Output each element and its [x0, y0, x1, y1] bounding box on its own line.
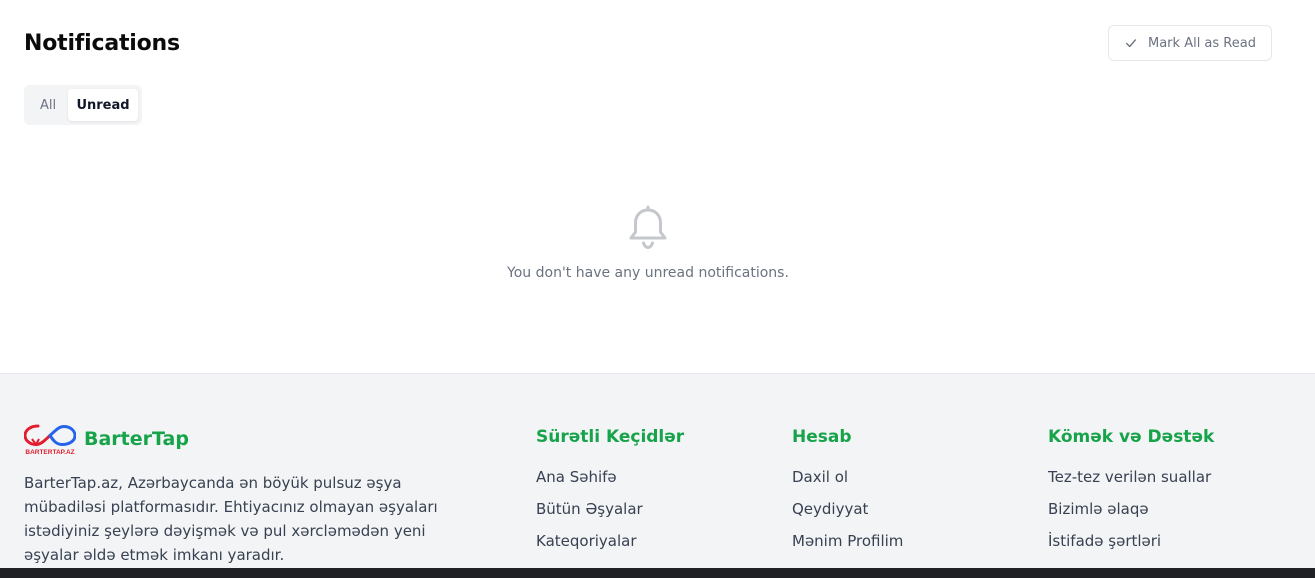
footer-link-categories[interactable]: Kateqoriyalar: [536, 531, 684, 563]
mark-all-read-button[interactable]: Mark All as Read: [1108, 25, 1272, 61]
footer-link-terms[interactable]: İstifadə şərtləri: [1048, 531, 1214, 563]
footer-brand[interactable]: BARTERTAP.AZ BarterTap: [23, 422, 189, 456]
empty-state-message: You don't have any unread notifications.: [507, 265, 789, 281]
footer-link-faq[interactable]: Tez-tez verilən suallar: [1048, 467, 1214, 499]
footer-link-home[interactable]: Ana Səhifə: [536, 467, 684, 499]
bell-icon: [629, 205, 667, 249]
site-footer: BARTERTAP.AZ BarterTap BarterTap.az, Azə…: [0, 373, 1315, 578]
footer-link-register[interactable]: Qeydiyyat: [792, 499, 903, 531]
footer-col-account: Hesab Daxil ol Qeydiyyat Mənim Profilim: [792, 427, 903, 563]
bartertap-logo: BARTERTAP.AZ: [23, 422, 77, 456]
brand-name: BarterTap: [84, 428, 189, 450]
tab-all[interactable]: All: [28, 89, 68, 121]
footer-col-title: Hesab: [792, 427, 852, 447]
os-taskbar: [0, 568, 1315, 578]
footer-link-contact[interactable]: Bizimlə əlaqə: [1048, 499, 1214, 531]
mark-all-read-label: Mark All as Read: [1148, 35, 1256, 51]
tab-unread[interactable]: Unread: [68, 89, 138, 121]
footer-col-quick-links: Sürətli Keçidlər Ana Səhifə Bütün Əşyala…: [536, 427, 684, 563]
footer-col-help: Kömək və Dəstək Tez-tez verilən suallar …: [1048, 427, 1214, 563]
empty-state: You don't have any unread notifications.: [0, 205, 1296, 281]
page-title: Notifications: [24, 31, 180, 56]
check-icon: [1125, 39, 1137, 48]
footer-link-my-profile[interactable]: Mənim Profilim: [792, 531, 903, 563]
footer-col-title: Kömək və Dəstək: [1048, 427, 1215, 447]
footer-link-all-items[interactable]: Bütün Əşyalar: [536, 499, 684, 531]
footer-link-login[interactable]: Daxil ol: [792, 467, 903, 499]
notification-tabs: All Unread: [24, 85, 142, 125]
brand-description: BarterTap.az, Azərbaycanda ən böyük puls…: [24, 474, 438, 564]
svg-text:BARTERTAP.AZ: BARTERTAP.AZ: [25, 449, 74, 456]
footer-col-title: Sürətli Keçidlər: [536, 427, 685, 447]
page-header: Notifications Mark All as Read: [24, 25, 1272, 64]
